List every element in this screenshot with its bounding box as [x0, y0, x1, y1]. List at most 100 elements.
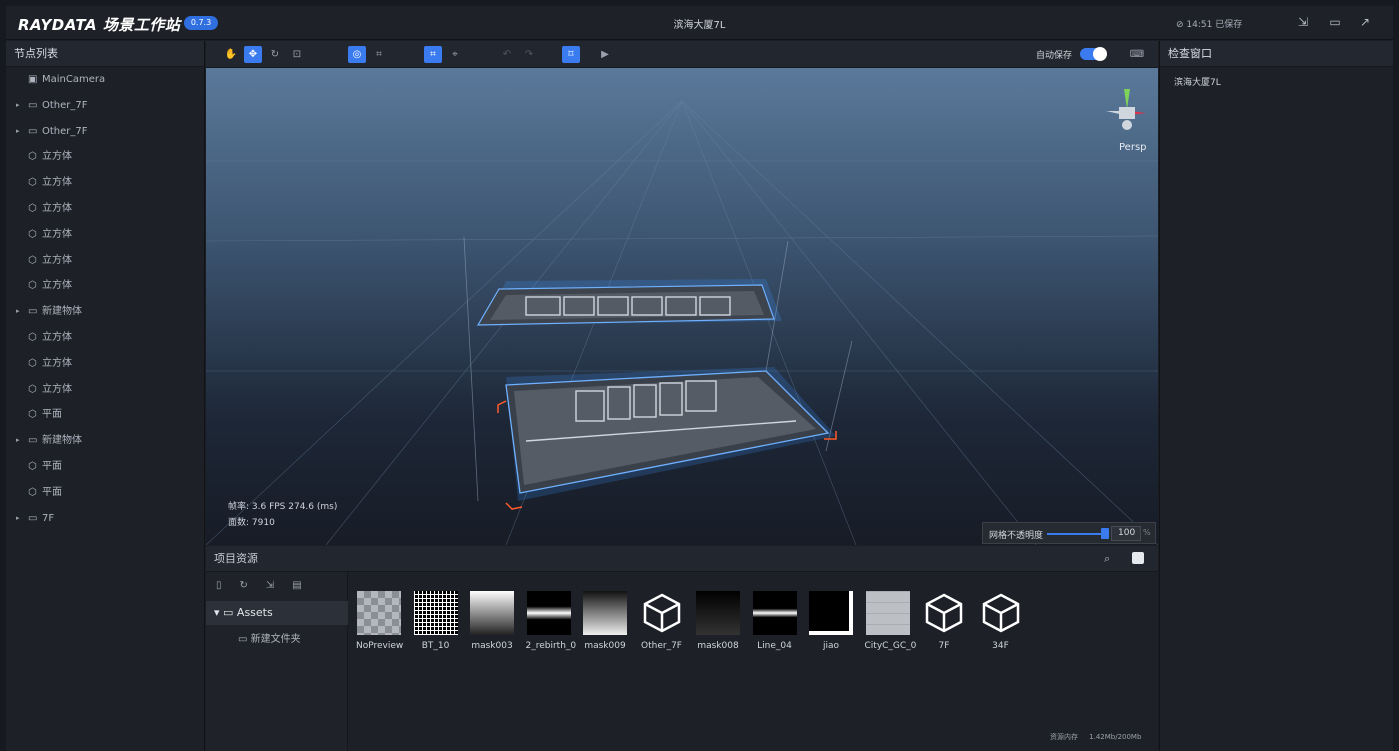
tree-item-assets[interactable]: ▾ ▭ Assets [206, 601, 348, 625]
keyboard-icon[interactable]: ⌨ [1128, 46, 1146, 63]
node-list: ▣ MainCamera ▸ ▭ Other_7F ▸ ▭ Other_7F ⬡ 立方体 ⬡ 立方体 ⬡… [6, 67, 204, 531]
texture-thumbnail [470, 591, 514, 635]
asset-item[interactable]: Line_04 [752, 591, 798, 651]
asset-item[interactable]: BT_10 [413, 591, 459, 651]
search-icon[interactable]: ⌕ [1104, 546, 1110, 572]
node-item-label: 平面 [42, 486, 62, 498]
frame-icon[interactable]: ⌑ [562, 46, 580, 63]
move-tool-icon[interactable]: ✥ [244, 46, 262, 63]
new-file-icon[interactable]: ▯ [216, 580, 240, 591]
memory-usage: 资源内存 1.42Mb/200Mb [1050, 732, 1141, 742]
node-item[interactable]: ▸ ▭ Other_7F [6, 93, 204, 119]
grid-opacity-input[interactable]: 100 [1111, 526, 1141, 541]
node-list-panel: 节点列表 ▣ MainCamera ▸ ▭ Other_7F ▸ ▭ Other_7F ⬡ 立方体… [6, 41, 205, 751]
asset-item[interactable]: 7F [921, 591, 967, 651]
grid-opacity-slider-track[interactable] [1047, 533, 1105, 535]
collapse-panel-icon[interactable] [1132, 552, 1144, 564]
cube-model-icon [640, 591, 684, 635]
node-item-label: 7F [42, 512, 55, 524]
cube-icon: ⬡ [28, 228, 37, 240]
face-count-stat: 面数: 7910 [228, 518, 275, 528]
asset-item[interactable]: mask003 [469, 591, 515, 651]
autosave-label: 自动保存 [1036, 51, 1073, 61]
inspector-selected-name[interactable]: 滨海大厦7L [1160, 67, 1393, 88]
node-item-label: 新建物体 [42, 306, 82, 318]
asset-item[interactable]: jiao [808, 591, 854, 651]
refresh-icon[interactable]: ↻ [240, 580, 266, 591]
import-icon[interactable]: ⇲ [266, 580, 292, 591]
cube-icon: ⬡ [28, 409, 37, 421]
expand-arrow-icon[interactable]: ▸ [16, 299, 20, 325]
save-icon[interactable]: ▭ [1328, 15, 1342, 29]
view-mode-label[interactable]: Persp [1119, 142, 1147, 153]
node-item[interactable]: ⬡ 立方体 [6, 144, 204, 170]
node-item[interactable]: ▸ ▭ Other_7F [6, 119, 204, 145]
export-file-icon[interactable]: ▤ [292, 580, 319, 591]
export-icon[interactable]: ⇲ [1296, 15, 1310, 29]
node-item-label: 立方体 [42, 383, 72, 395]
asset-item-name: BT_10 [421, 641, 450, 651]
scale-tool-icon[interactable]: ⊡ [288, 46, 306, 63]
share-icon[interactable]: ↗ [1358, 15, 1372, 29]
expand-arrow-icon[interactable]: ▸ [16, 93, 20, 119]
asset-grid: NoPreview BT_10 mask003 2_rebirth_0 mask009 O… [356, 591, 1156, 661]
asset-item[interactable]: CityC_GC_0 [865, 591, 916, 651]
node-item[interactable]: ⬡ 平面 [6, 454, 204, 480]
asset-item-name: Line_04 [757, 641, 792, 651]
asset-item[interactable]: mask009 [582, 591, 628, 651]
node-item[interactable]: ▸ ▭ 7F [6, 506, 204, 532]
tree-item-new-folder[interactable]: ▭ 新建文件夹 [238, 630, 301, 645]
snap-vertex-icon[interactable]: ⌖ [446, 46, 464, 63]
node-item[interactable]: ⬡ 立方体 [6, 248, 204, 274]
expand-arrow-icon[interactable]: ▸ [16, 428, 20, 454]
scene-viewport[interactable]: ✋ ✥ ↻ ⊡ ◎ ⌗ ⌗ ⌖ ↶ ↷ ⌑ ▶ 自动保存 ⌨ Persp 帧率:… [206, 41, 1158, 545]
node-item-label: 平面 [42, 409, 62, 421]
node-item[interactable]: ⬡ 立方体 [6, 377, 204, 403]
lower-floor-model[interactable] [497, 367, 837, 510]
asset-item-name: NoPreview [356, 641, 404, 651]
node-item-label: 立方体 [42, 228, 72, 240]
upper-floor-model[interactable] [476, 279, 782, 326]
asset-item[interactable]: 2_rebirth_0 [526, 591, 576, 651]
hand-tool-icon[interactable]: ✋ [222, 46, 240, 63]
expand-arrow-icon[interactable]: ▸ [16, 119, 20, 145]
snap-grid-icon[interactable]: ⌗ [424, 46, 442, 63]
node-item-label: 立方体 [42, 177, 72, 189]
texture-thumbnail [583, 591, 627, 635]
node-item[interactable]: ⬡ 立方体 [6, 222, 204, 248]
autosave-toggle[interactable] [1080, 47, 1107, 61]
node-item[interactable]: ⬡ 立方体 [6, 170, 204, 196]
play-icon[interactable]: ▶ [596, 46, 614, 63]
rotate-tool-icon[interactable]: ↻ [266, 46, 284, 63]
memory-value: 1.42Mb/200Mb [1089, 733, 1142, 741]
node-item[interactable]: ▸ ▭ 新建物体 [6, 428, 204, 454]
view-gizmo[interactable] [1106, 89, 1146, 130]
asset-item-name: mask003 [471, 641, 513, 651]
grid-opacity-slider-handle[interactable] [1101, 528, 1109, 539]
node-item[interactable]: ⬡ 立方体 [6, 325, 204, 351]
node-item[interactable]: ⬡ 立方体 [6, 351, 204, 377]
asset-item[interactable]: Other_7F [639, 591, 685, 651]
folder-icon: ▭ [28, 512, 38, 524]
cube-icon: ⬡ [28, 280, 37, 292]
node-item-label: MainCamera [42, 74, 106, 85]
local-space-icon[interactable]: ◎ [348, 46, 366, 63]
node-item[interactable]: ⬡ 立方体 [6, 196, 204, 222]
inspector-title: 检查窗口 [1160, 41, 1393, 67]
node-item[interactable]: ⬡ 平面 [6, 480, 204, 506]
asset-item[interactable]: 34F [978, 591, 1024, 651]
expand-arrow-icon[interactable]: ▸ [16, 506, 20, 532]
pivot-icon[interactable]: ⌗ [370, 46, 388, 63]
undo-icon[interactable]: ↶ [498, 46, 516, 63]
asset-item-name: jiao [822, 641, 840, 651]
scene-render [206, 89, 1158, 545]
node-item[interactable]: ▸ ▭ 新建物体 [6, 299, 204, 325]
asset-item[interactable]: mask008 [695, 591, 741, 651]
asset-item[interactable]: NoPreview [356, 591, 404, 651]
node-item[interactable]: ⬡ 立方体 [6, 273, 204, 299]
node-item[interactable]: ▣ MainCamera [6, 67, 204, 93]
tree-item-new-folder-label: 新建文件夹 [250, 634, 301, 645]
redo-icon[interactable]: ↷ [520, 46, 538, 63]
node-item[interactable]: ⬡ 平面 [6, 402, 204, 428]
viewport-toolbar: ✋ ✥ ↻ ⊡ ◎ ⌗ ⌗ ⌖ ↶ ↷ ⌑ ▶ 自动保存 ⌨ [206, 41, 1158, 68]
